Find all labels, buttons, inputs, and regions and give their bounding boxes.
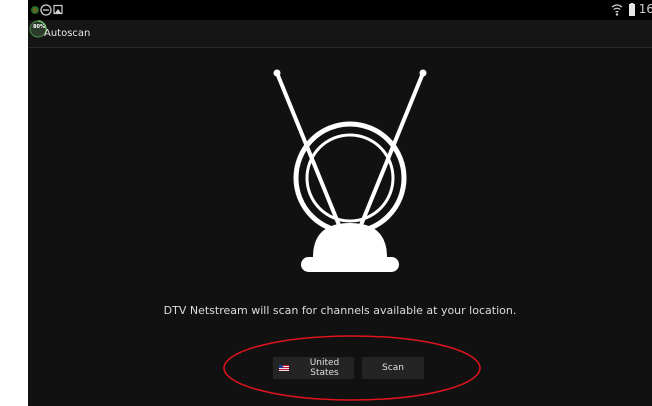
- location-label: United States: [309, 358, 340, 378]
- page-title: Autoscan: [44, 28, 91, 39]
- wifi-icon: [611, 4, 623, 16]
- antenna-icon: [273, 69, 427, 272]
- status-icons-left: [31, 4, 63, 16]
- status-bar: 16: [28, 0, 652, 20]
- us-flag-icon: [279, 365, 289, 371]
- minus-circle-icon: [40, 4, 52, 16]
- image-icon: [53, 4, 63, 15]
- scan-button[interactable]: Scan: [362, 357, 424, 379]
- location-select-button[interactable]: United States: [273, 357, 354, 379]
- status-time: 16: [638, 2, 652, 16]
- status-icons-right: 16: [611, 2, 652, 18]
- device-screen: 16 80% Autoscan DTV Netstream will scan …: [28, 0, 652, 406]
- scan-message: DTV Netstream will scan for channels ava…: [163, 304, 517, 317]
- app-dot-icon: [31, 6, 39, 14]
- action-bar: 80% Autoscan: [28, 20, 652, 48]
- battery-icon: [629, 3, 635, 16]
